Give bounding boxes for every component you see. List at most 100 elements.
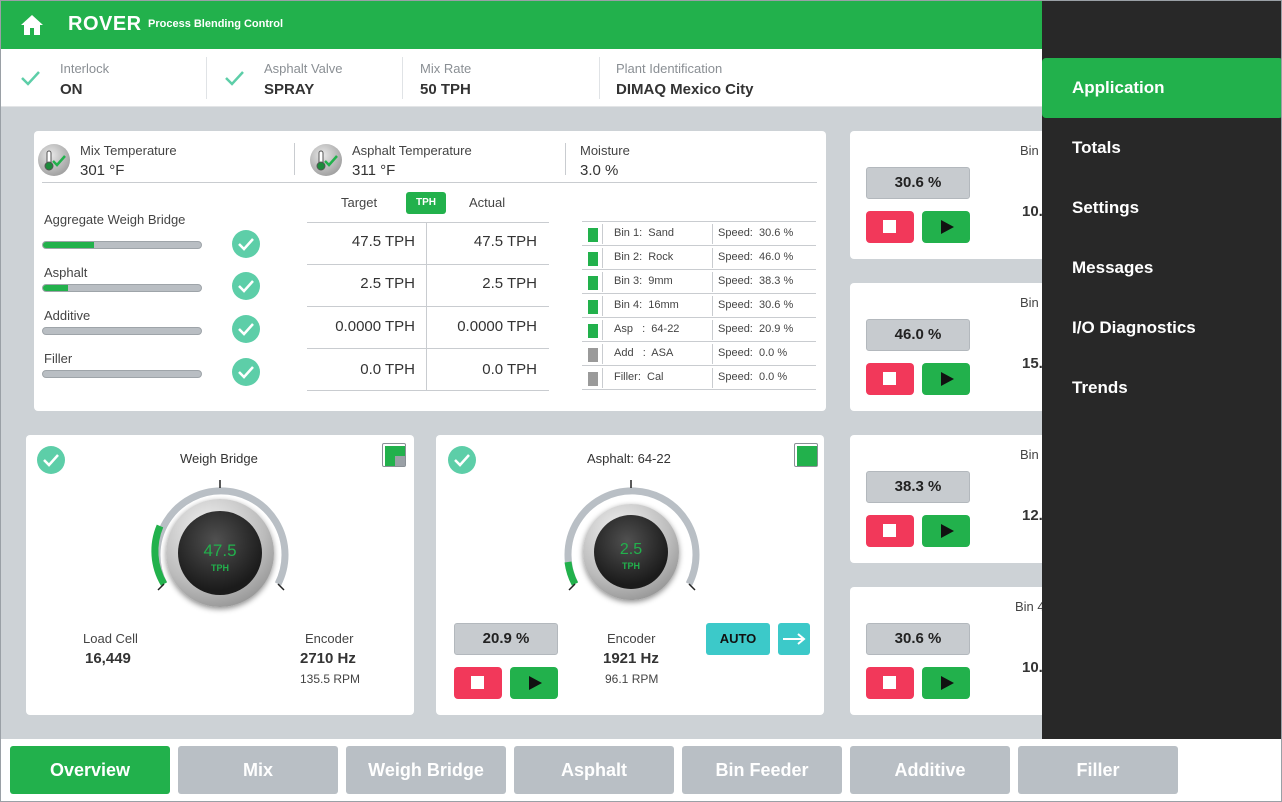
encoder-rpm: 135.5 RPM <box>300 672 361 686</box>
bin-speed: Speed: 46.0 % <box>718 251 794 263</box>
grid-view-icon[interactable] <box>794 443 818 467</box>
auto-mode-button[interactable]: AUTO <box>706 623 770 655</box>
menu-item-messages[interactable]: Messages <box>1042 238 1281 298</box>
bin-name: Filler: Cal <box>614 371 664 383</box>
menu-item-trends[interactable]: Trends <box>1042 358 1281 418</box>
bin-rate: 10. <box>1022 203 1043 220</box>
bin-status-swatch <box>588 252 598 266</box>
bin-speed: Speed: 30.6 % <box>718 227 794 239</box>
divider <box>307 390 549 391</box>
progress-bar <box>42 327 202 335</box>
start-button[interactable] <box>510 667 558 699</box>
gauge-value: 47.5 <box>203 541 237 560</box>
load-cell-value: 16,449 <box>85 650 131 667</box>
bin-speed-row: Filler: Cal Speed: 0.0 % <box>582 366 816 390</box>
bin-speed-row: Bin 1: Sand Speed: 30.6 % <box>582 222 816 246</box>
progress-bar <box>42 284 202 292</box>
tab-additive[interactable]: Additive <box>850 746 1010 794</box>
encoder-hz: 1921 Hz <box>603 650 659 667</box>
divider <box>599 57 600 99</box>
bin-speed: Speed: 30.6 % <box>718 299 794 311</box>
tab-mix[interactable]: Mix <box>178 746 338 794</box>
bin-card-title: Bin <box>1020 143 1039 158</box>
bin-speed-display: 30.6 % <box>866 623 970 655</box>
thermometer-icon <box>310 144 342 176</box>
bin-rate: 12. <box>1022 507 1043 524</box>
bin-card-title: Bin <box>1020 447 1039 462</box>
stop-button[interactable] <box>454 667 502 699</box>
check-icon <box>232 230 260 258</box>
stop-button[interactable] <box>866 363 914 395</box>
divider <box>426 223 427 391</box>
bin-speed-display: 30.6 % <box>866 167 970 199</box>
arrow-right-icon[interactable] <box>778 623 810 655</box>
check-icon <box>225 71 244 86</box>
start-button[interactable] <box>922 667 970 699</box>
divider <box>565 143 566 175</box>
bin-name: Bin 1: Sand <box>614 227 674 239</box>
menu-item-settings[interactable]: Settings <box>1042 178 1281 238</box>
tab-overview[interactable]: Overview <box>10 746 170 794</box>
bin-speed-display: 46.0 % <box>866 319 970 351</box>
side-menu: Application Totals Settings Messages I/O… <box>1042 1 1281 739</box>
grid-view-icon[interactable] <box>382 443 406 467</box>
actual-header: Actual <box>469 195 506 210</box>
gauge-unit: TPH <box>211 563 229 573</box>
status-label: Plant Identification <box>616 61 723 76</box>
bin-speed-row: Asp : 64-22 Speed: 20.9 % <box>582 318 816 342</box>
start-button[interactable] <box>922 363 970 395</box>
status-value: ON <box>60 81 83 98</box>
progress-bar <box>42 241 202 249</box>
bin-speed: Speed: 20.9 % <box>718 323 794 335</box>
status-label: Mix Rate <box>420 61 472 76</box>
bin-status-swatch <box>588 348 598 362</box>
bin-status-swatch <box>588 300 598 314</box>
status-label: Asphalt Valve <box>264 61 343 76</box>
app-title: ROVER <box>68 13 142 35</box>
tab-bin-feeder[interactable]: Bin Feeder <box>682 746 842 794</box>
encoder-label: Encoder <box>305 631 354 646</box>
stop-button[interactable] <box>866 515 914 547</box>
start-button[interactable] <box>922 515 970 547</box>
material-label: Filler <box>44 351 73 366</box>
asphalt-speed-display: 20.9 % <box>454 623 558 655</box>
bin-card-title: Bin 4 <box>1015 599 1045 614</box>
app-window: ROVER Process Blending Control Interlock… <box>0 0 1282 802</box>
home-icon[interactable] <box>19 13 45 37</box>
start-button[interactable] <box>922 211 970 243</box>
bin-speed-row: Bin 4: 16mm Speed: 30.6 % <box>582 294 816 318</box>
mix-temp-label: Mix Temperature <box>80 143 177 158</box>
stop-button[interactable] <box>866 211 914 243</box>
bin-name: Add : ASA <box>614 347 674 359</box>
menu-item-io-diagnostics[interactable]: I/O Diagnostics <box>1042 298 1281 358</box>
target-cell: 47.5 TPH <box>351 233 415 250</box>
bin-rate: 10. <box>1022 659 1043 676</box>
bin-speed: Speed: 38.3 % <box>718 275 794 287</box>
unit-toggle-button[interactable]: TPH <box>406 192 446 214</box>
tab-filler[interactable]: Filler <box>1018 746 1178 794</box>
divider <box>402 57 403 99</box>
moisture-value: 3.0 % <box>580 162 619 179</box>
bin-speed-row: Bin 2: Rock Speed: 46.0 % <box>582 246 816 270</box>
check-icon <box>37 446 65 474</box>
target-header: Target <box>341 195 378 210</box>
divider <box>206 57 207 99</box>
weigh-bridge-title: Weigh Bridge <box>180 451 258 466</box>
menu-item-totals[interactable]: Totals <box>1042 118 1281 178</box>
tab-asphalt[interactable]: Asphalt <box>514 746 674 794</box>
status-value: DIMAQ Mexico City <box>616 81 754 98</box>
material-label: Additive <box>44 308 91 323</box>
tab-weigh-bridge[interactable]: Weigh Bridge <box>346 746 506 794</box>
bin-status-swatch <box>588 276 598 290</box>
menu-item-application[interactable]: Application <box>1042 58 1281 118</box>
progress-fill <box>43 285 69 291</box>
status-plant-id: Plant Identification DIMAQ Mexico City <box>616 57 836 99</box>
bin-status-swatch <box>588 372 598 386</box>
stop-button[interactable] <box>866 667 914 699</box>
status-value: 50 TPH <box>420 81 471 98</box>
divider <box>307 348 549 349</box>
divider <box>42 182 817 183</box>
bottom-tab-bar: Overview Mix Weigh Bridge Asphalt Bin Fe… <box>1 739 1281 801</box>
material-label: Aggregate Weigh Bridge <box>44 212 186 227</box>
status-mix-rate: Mix Rate 50 TPH <box>420 57 580 99</box>
